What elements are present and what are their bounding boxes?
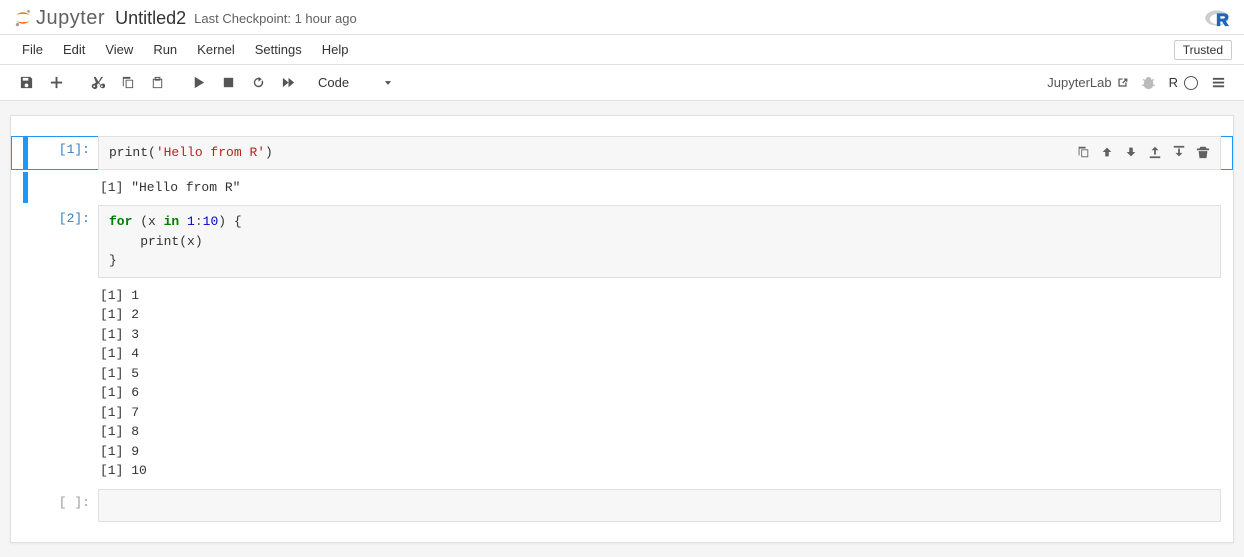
- menu-settings[interactable]: Settings: [245, 36, 312, 63]
- menu-view[interactable]: View: [95, 36, 143, 63]
- cell-body: for (x in 1:10) { print(x) }: [98, 205, 1221, 278]
- move-up-button[interactable]: [1096, 141, 1118, 163]
- output-prompt: [28, 280, 98, 487]
- chevron-down-icon: [383, 78, 393, 88]
- run-button[interactable]: [184, 70, 212, 96]
- code-cell[interactable]: [ ]:: [11, 489, 1233, 523]
- open-jupyterlab-link[interactable]: JupyterLab: [1047, 75, 1128, 90]
- debugger-button[interactable]: [1135, 70, 1163, 96]
- menu-bar: FileEditViewRunKernelSettingsHelp Truste…: [0, 35, 1244, 65]
- save-button[interactable]: [12, 70, 40, 96]
- menu-help[interactable]: Help: [312, 36, 359, 63]
- output-prompt: [28, 172, 98, 204]
- notebook-title[interactable]: Untitled2: [115, 8, 186, 29]
- menu-edit[interactable]: Edit: [53, 36, 95, 63]
- duplicate-button[interactable]: [1072, 141, 1094, 163]
- menu-icon[interactable]: [1204, 70, 1232, 96]
- input-prompt: [1]:: [28, 136, 98, 170]
- menu-run[interactable]: Run: [143, 36, 187, 63]
- output-row: [1] "Hello from R": [11, 172, 1233, 204]
- code-cell[interactable]: [1]:print('Hello from R'): [11, 136, 1233, 170]
- trusted-indicator[interactable]: Trusted: [1174, 40, 1232, 60]
- cell-output: [1] "Hello from R": [98, 172, 1221, 204]
- cell-toolbar: [1072, 141, 1214, 163]
- checkpoint-text: Last Checkpoint: 1 hour ago: [194, 11, 357, 26]
- copy-button[interactable]: [113, 70, 141, 96]
- r-kernel-logo: [1204, 6, 1232, 30]
- menu-kernel[interactable]: Kernel: [187, 36, 245, 63]
- input-prompt: [2]:: [28, 205, 98, 278]
- code-input[interactable]: [98, 489, 1221, 523]
- code-input[interactable]: for (x in 1:10) { print(x) }: [98, 205, 1221, 278]
- cut-button[interactable]: [83, 70, 111, 96]
- kernel-status-indicator[interactable]: [1184, 76, 1198, 90]
- restart-button[interactable]: [244, 70, 272, 96]
- delete-button[interactable]: [1192, 141, 1214, 163]
- move-down-button[interactable]: [1120, 141, 1142, 163]
- output-row: [1] 1 [1] 2 [1] 3 [1] 4 [1] 5 [1] 6 [1] …: [11, 280, 1233, 487]
- interrupt-button[interactable]: [214, 70, 242, 96]
- input-prompt: [ ]:: [28, 489, 98, 523]
- toolbar: Code JupyterLab R: [0, 65, 1244, 101]
- cell-output: [1] 1 [1] 2 [1] 3 [1] 4 [1] 5 [1] 6 [1] …: [98, 280, 1221, 487]
- celltype-select[interactable]: Code: [310, 73, 401, 92]
- code-input[interactable]: print('Hello from R'): [98, 136, 1221, 170]
- notebook: [1]:print('Hello from R')[1] "Hello from…: [10, 115, 1234, 543]
- celltype-label: Code: [318, 75, 349, 90]
- insert-above-button[interactable]: [1144, 141, 1166, 163]
- paste-button[interactable]: [143, 70, 171, 96]
- restart-run-all-button[interactable]: [274, 70, 302, 96]
- code-cell[interactable]: [2]:for (x in 1:10) { print(x) }: [11, 205, 1233, 278]
- kernel-name[interactable]: R: [1169, 75, 1178, 90]
- insert-cell-button[interactable]: [42, 70, 70, 96]
- external-link-icon: [1116, 76, 1129, 89]
- jupyter-icon: [12, 7, 34, 29]
- menu-file[interactable]: File: [12, 36, 53, 63]
- notebook-scroll-area[interactable]: [1]:print('Hello from R')[1] "Hello from…: [0, 101, 1244, 557]
- cell-body: print('Hello from R'): [98, 136, 1221, 170]
- notebook-header: Jupyter Untitled2 Last Checkpoint: 1 hou…: [0, 0, 1244, 35]
- jupyter-logo[interactable]: Jupyter: [12, 7, 105, 30]
- cell-body: [98, 489, 1221, 523]
- jupyter-logo-text: Jupyter: [36, 7, 105, 30]
- insert-below-button[interactable]: [1168, 141, 1190, 163]
